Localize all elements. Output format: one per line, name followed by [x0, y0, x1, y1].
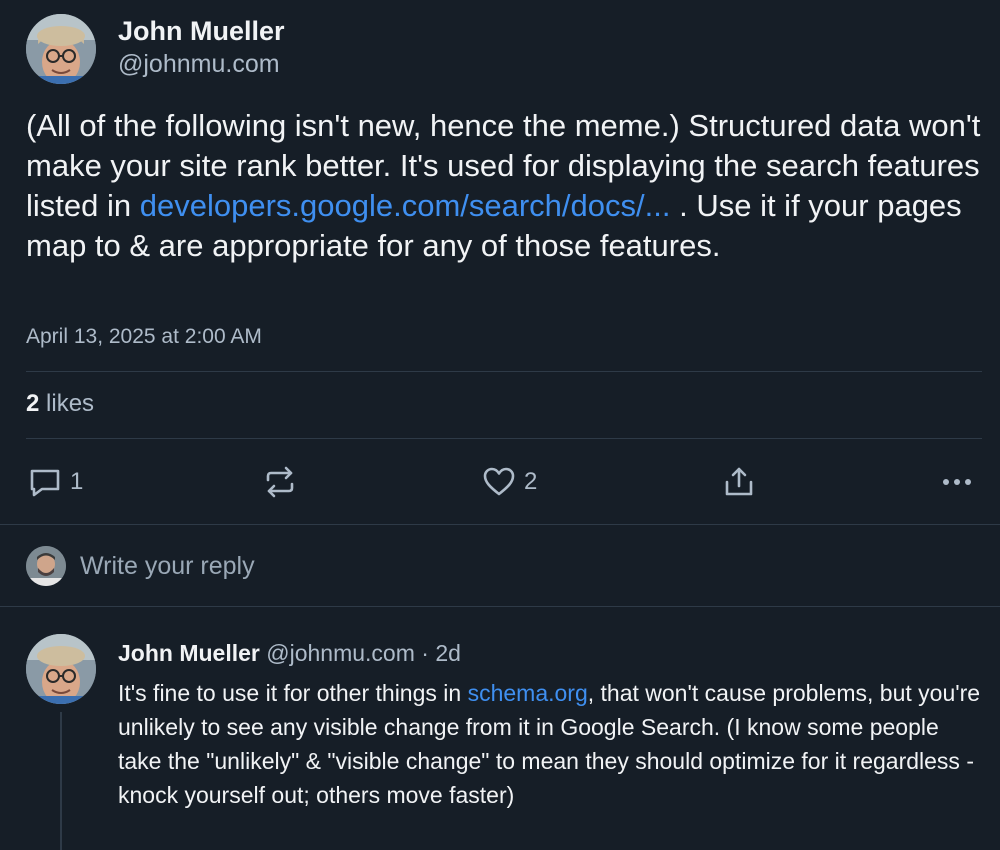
reply-input-placeholder[interactable]: Write your reply — [80, 552, 255, 581]
reply-link[interactable]: schema.org — [468, 680, 588, 706]
post-header: John Mueller @johnmu.com — [26, 14, 285, 84]
divider — [26, 371, 982, 372]
more-options-button[interactable] — [940, 462, 974, 502]
reply-text-part: It's fine to use it for other things in — [118, 680, 468, 706]
author-handle[interactable]: @johnmu.com — [118, 48, 285, 80]
reply-age[interactable]: 2d — [435, 640, 461, 666]
repost-icon — [262, 465, 298, 499]
reply-count: 1 — [70, 468, 84, 495]
post-link[interactable]: developers.google.com/search/docs/... — [140, 188, 671, 223]
thread-line — [60, 712, 62, 850]
current-user-avatar — [26, 546, 66, 586]
reply-button[interactable]: 1 — [28, 462, 83, 502]
divider — [26, 438, 982, 439]
more-icon — [940, 465, 974, 499]
reply-meta: John Mueller @johnmu.com · 2d — [118, 638, 461, 668]
share-icon — [722, 465, 756, 499]
post-text: (All of the following isn't new, hence t… — [26, 106, 986, 266]
heart-icon — [482, 465, 516, 499]
reply-text: It's fine to use it for other things in … — [118, 676, 988, 812]
like-button[interactable]: 2 — [482, 462, 537, 502]
divider — [0, 524, 1000, 525]
post-timestamp: April 13, 2025 at 2:00 AM — [26, 325, 262, 348]
like-count: 2 — [524, 468, 538, 495]
author-block: John Mueller @johnmu.com — [118, 14, 285, 80]
likes-count: 2 — [26, 390, 40, 417]
reply-author-avatar[interactable] — [26, 634, 96, 704]
likes-summary[interactable]: 2 likes — [26, 390, 94, 418]
reply-author-handle[interactable]: @johnmu.com — [266, 640, 415, 666]
reply-compose[interactable]: Write your reply — [26, 546, 255, 586]
likes-label: likes — [39, 390, 95, 417]
author-name[interactable]: John Mueller — [118, 14, 285, 48]
share-button[interactable] — [722, 462, 756, 502]
repost-button[interactable] — [262, 462, 298, 502]
reply-author-name[interactable]: John Mueller — [118, 640, 260, 666]
reply-separator: · — [414, 640, 436, 666]
author-avatar[interactable] — [26, 14, 96, 84]
divider — [0, 606, 1000, 607]
reply-icon — [28, 465, 62, 499]
